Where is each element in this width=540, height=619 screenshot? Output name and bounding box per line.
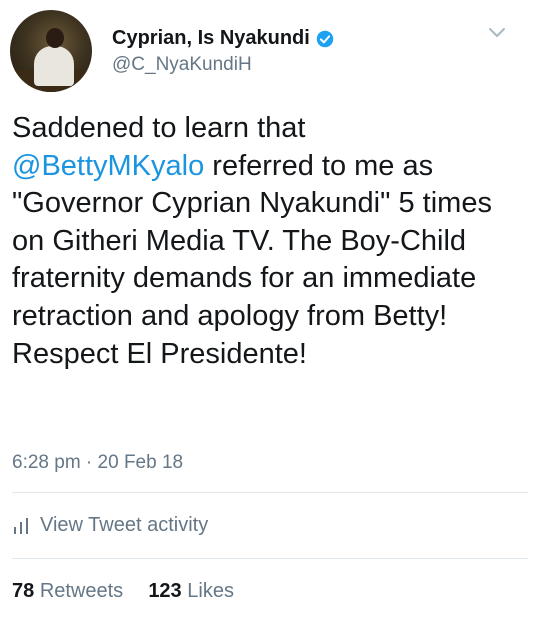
tweet-text-body: referred to me as "Governor Cyprian Nyak… bbox=[12, 149, 492, 370]
tweet-text: Saddened to learn that @BettyMKyalo refer… bbox=[12, 110, 532, 373]
divider bbox=[12, 492, 528, 493]
divider bbox=[12, 558, 528, 559]
avatar-figure-head bbox=[46, 28, 64, 48]
mention-link[interactable]: @BettyMKyalo bbox=[12, 150, 204, 182]
author-name-row: Cyprian, Is Nyakundi bbox=[112, 27, 334, 50]
bar-chart-icon bbox=[14, 517, 28, 534]
author-handle[interactable]: @C_NyaKundiH bbox=[112, 54, 252, 76]
likes-count: 123 bbox=[148, 580, 182, 602]
engagement-stats: 78 Retweets 123 Likes bbox=[12, 580, 234, 603]
avatar-figure-body bbox=[34, 46, 74, 86]
likes-label: Likes bbox=[187, 580, 234, 602]
tweet-text-intro: Saddened to learn that bbox=[12, 112, 306, 144]
view-tweet-activity-label: View Tweet activity bbox=[40, 514, 209, 536]
likes-stat[interactable]: 123 Likes bbox=[148, 580, 234, 602]
view-tweet-activity-link[interactable]: View Tweet activity bbox=[12, 514, 208, 537]
verified-badge-icon bbox=[316, 30, 334, 47]
retweets-label: Retweets bbox=[39, 580, 124, 602]
retweets-count: 78 bbox=[12, 580, 35, 602]
retweets-stat[interactable]: 78 Retweets bbox=[12, 580, 123, 602]
chevron-down-icon[interactable] bbox=[487, 22, 507, 42]
tweet-timestamp[interactable]: 6:28 pm · 20 Feb 18 bbox=[12, 452, 183, 474]
author-display-name[interactable]: Cyprian, Is Nyakundi bbox=[112, 27, 310, 50]
avatar[interactable] bbox=[10, 10, 92, 92]
